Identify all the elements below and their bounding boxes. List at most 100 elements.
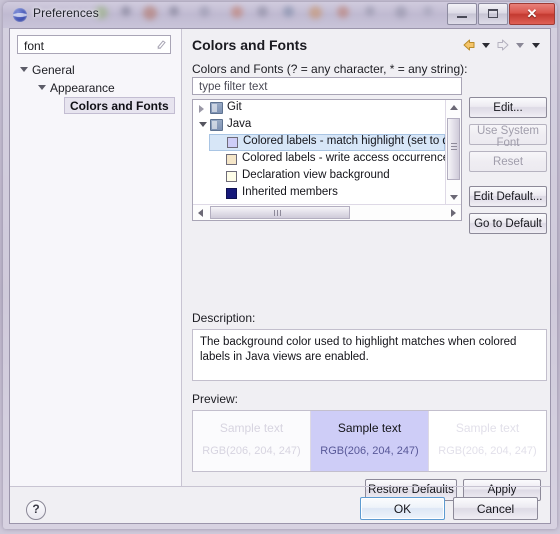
chevron-down-icon[interactable] [199,122,207,127]
sidebar-item-label: Colors and Fonts [64,97,175,114]
preview-rgb-value: RGB(206, 204, 247) [320,445,419,457]
colors-filter-input[interactable] [197,79,451,95]
tree-horizontal-scrollbar[interactable] [193,204,461,220]
tree-row[interactable]: Git [193,100,445,117]
tree-row[interactable]: Colored labels - write access occurrence… [193,151,445,168]
ghost-icon [169,6,179,16]
footer-divider [10,486,550,487]
tree-row-label: Colored labels - write access occurrence… [242,152,445,164]
colors-filter-box[interactable] [192,77,462,95]
description-text: The background color used to highlight m… [192,329,547,381]
chevron-down-icon[interactable] [38,85,46,90]
ghost-icon [199,6,210,17]
tree-vertical-scrollbar[interactable] [445,100,461,205]
help-icon[interactable]: ? [26,500,46,520]
color-swatch-icon [226,171,237,182]
description-label: Description: [192,311,256,325]
back-dropdown-icon[interactable] [482,42,490,48]
ghost-icon [365,6,375,16]
ghost-icon [143,6,157,20]
nav-tree: General Appearance Colors and Fonts [10,61,181,117]
preview-rgb-value: RGB(206, 204, 247) [438,445,537,457]
ghost-icon [309,6,322,19]
vertical-scroll-thumb[interactable] [447,118,460,180]
ghost-icon [257,6,268,17]
ghost-icon [395,6,407,18]
cancel-button[interactable]: Cancel [453,497,538,520]
sidebar-item-general[interactable]: General [10,61,181,79]
ghost-icon [231,6,243,18]
close-button[interactable]: ✕ [509,3,555,25]
maximize-button[interactable] [478,3,508,25]
colors-and-fonts-tree[interactable]: Git Java Colored labels - match highligh… [192,99,462,221]
scroll-right-icon[interactable] [451,209,456,217]
scroll-up-icon[interactable] [450,105,458,110]
tree-viewport: Git Java Colored labels - match highligh… [193,100,445,205]
forward-arrow-icon [495,38,511,52]
preview-cell-active: Sample text RGB(206, 204, 247) [311,411,429,471]
color-swatch-icon [226,188,237,199]
ghost-icon [337,6,349,18]
chevron-right-icon[interactable] [199,105,204,113]
tree-row-label: Inherited members [242,186,338,198]
color-actions-panel: Edit... Use System Font Reset Edit Defau… [469,97,547,240]
ghost-icon [283,6,294,17]
minimize-button[interactable] [447,3,477,25]
sidebar-item-appearance[interactable]: Appearance [10,79,181,97]
view-menu-dropdown-icon[interactable] [532,42,540,48]
sidebar-item-colors-and-fonts[interactable]: Colors and Fonts [10,97,181,117]
tree-row-label: Git [227,101,242,113]
use-system-font-button[interactable]: Use System Font [469,124,547,149]
tree-row[interactable]: Declaration view background [193,168,445,185]
preview-sample-text: Sample text [337,421,402,435]
tree-row-label: Java [227,118,252,130]
tree-row[interactable]: Java [193,117,445,134]
ghost-icon [423,6,433,16]
preview-cell-inactive-right: Sample text RGB(206, 204, 247) [429,411,546,471]
go-to-default-button[interactable]: Go to Default [469,213,547,234]
clear-filter-icon[interactable] [156,39,167,50]
screenshot-root: Preferences ✕ font General Appearance Co… [0,0,560,534]
scroll-down-icon[interactable] [450,195,458,200]
window-titlebar: Preferences ✕ [3,2,557,28]
sidebar-item-label: General [32,63,75,77]
tree-row[interactable]: Inherited members [193,185,445,202]
color-swatch-icon [227,137,238,148]
ghost-icon [121,6,131,16]
scroll-left-icon[interactable] [198,209,203,217]
category-folder-icon [210,119,223,131]
maximize-icon [488,9,498,18]
sidebar-item-label: Appearance [50,81,115,95]
edit-button[interactable]: Edit... [469,97,547,118]
page-title: Colors and Fonts [192,37,308,53]
dialog-body: General Appearance Colors and Fonts Colo… [9,28,551,524]
preferences-nav-pane: General Appearance Colors and Fonts [10,29,182,486]
window-controls: ✕ [446,3,555,25]
preview-rgb-value: RGB(206, 204, 247) [202,445,301,457]
ok-button[interactable]: OK [360,497,445,520]
eclipse-globe-icon [13,8,27,22]
horizontal-scroll-thumb[interactable] [210,206,350,219]
tree-section-label: Colors and Fonts (? = any character, * =… [192,62,468,76]
forward-dropdown-icon[interactable] [516,42,524,48]
back-arrow-icon[interactable] [461,38,477,52]
chevron-down-icon[interactable] [20,67,28,72]
page-history-controls [461,38,543,52]
edit-default-button[interactable]: Edit Default... [469,186,547,207]
preference-page: Colors and Fonts Colors and Fonts (? = a… [182,29,551,501]
reset-button[interactable]: Reset [469,151,547,172]
window-title: Preferences [33,6,99,20]
tree-row-label: Declaration view background [242,169,390,181]
preview-sample-text: Sample text [455,421,520,435]
tree-row-selected[interactable]: Colored labels - match highlight (set to… [209,134,445,151]
nav-filter-box[interactable] [17,35,171,54]
category-folder-icon [210,102,223,114]
preview-sample-text: Sample text [219,421,284,435]
preferences-window: Preferences ✕ font General Appearance Co… [3,2,557,529]
preview-cell-inactive-left: Sample text RGB(206, 204, 247) [193,411,311,471]
minimize-icon [457,16,467,18]
preview-label: Preview: [192,392,239,406]
nav-filter-input[interactable] [22,37,154,54]
color-swatch-icon [226,154,237,165]
close-icon: ✕ [526,6,538,21]
